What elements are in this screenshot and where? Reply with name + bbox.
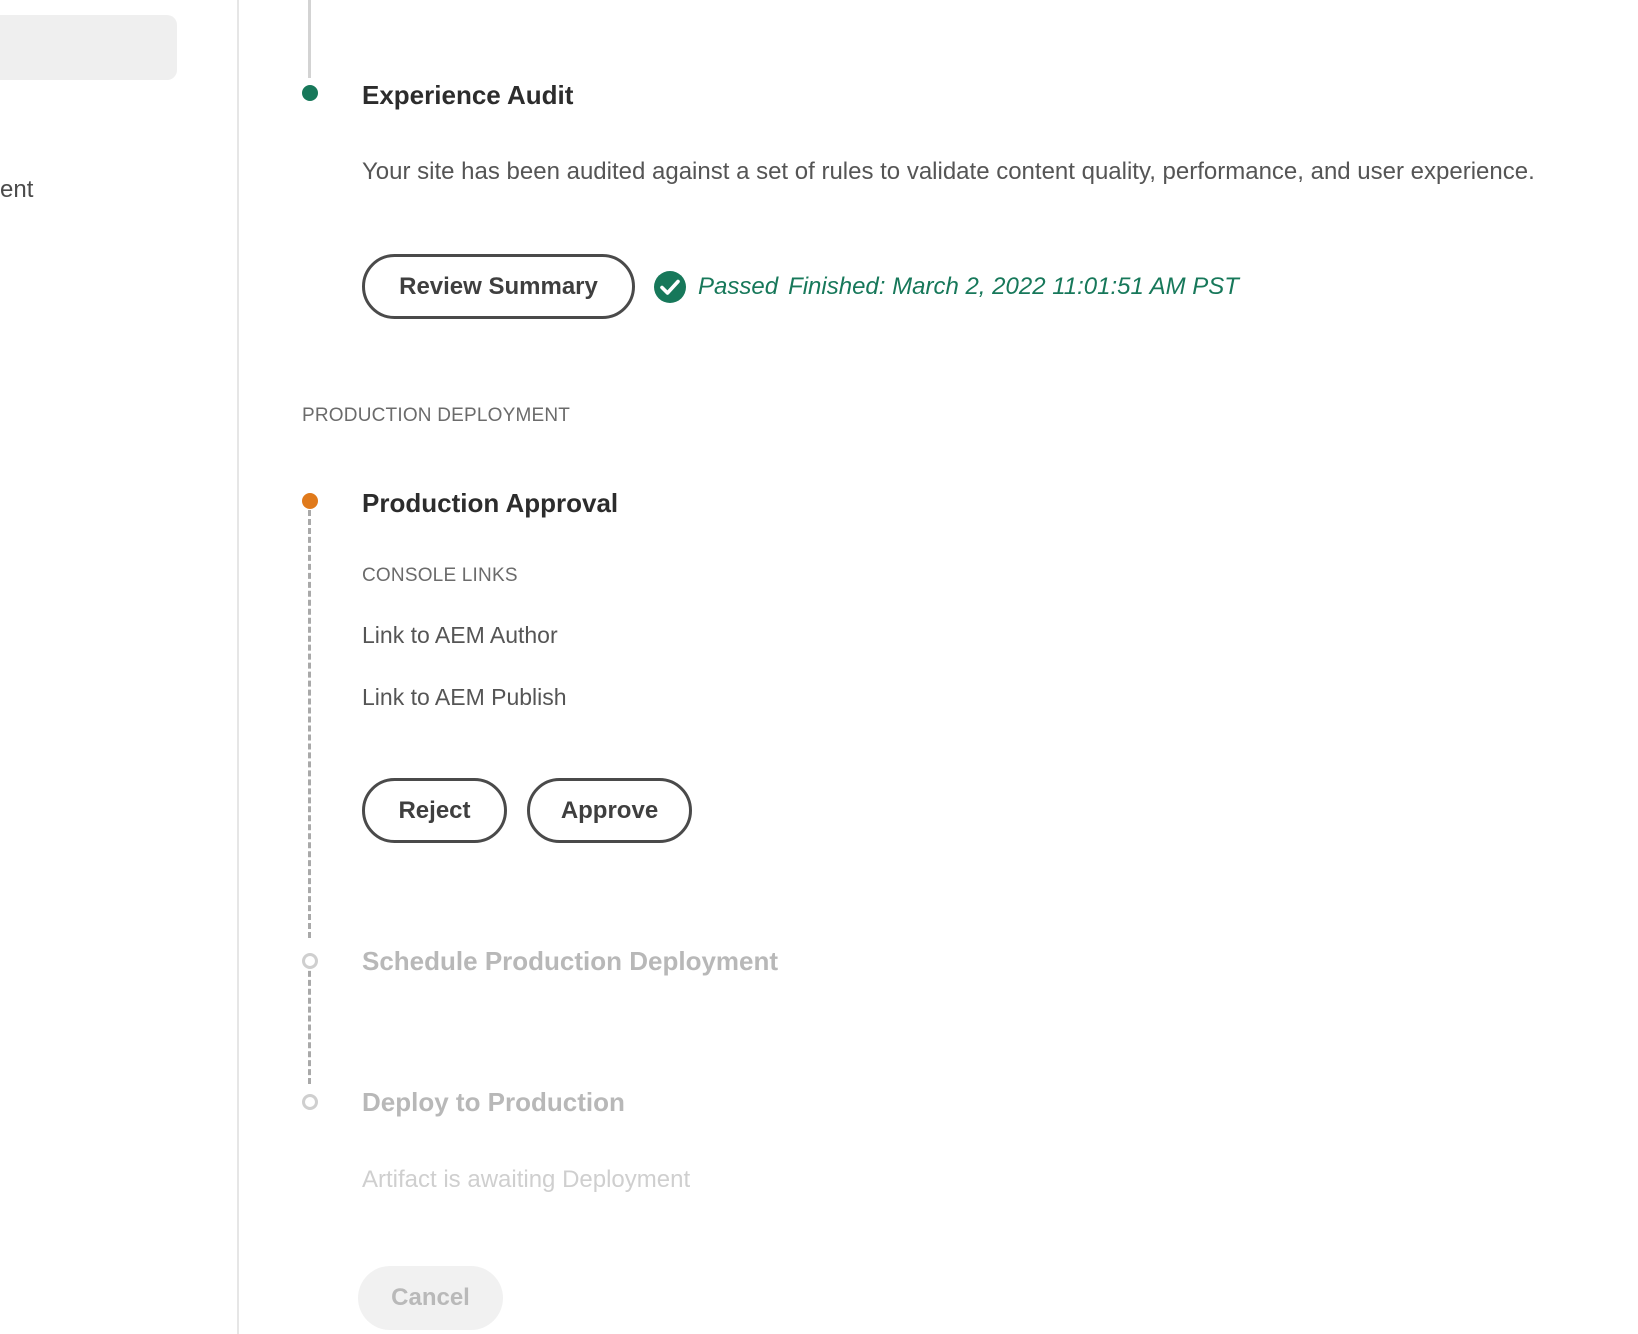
timeline-connector-pending (308, 962, 311, 1084)
timeline-connector-completed (308, 0, 311, 78)
experience-audit-title: Experience Audit (362, 80, 574, 110)
console-links-heading: CONSOLE LINKS (362, 565, 518, 586)
timeline-connector-pending (308, 510, 311, 938)
status-passed-text: Passed (698, 273, 779, 300)
step-status-dot-completed (302, 85, 318, 101)
production-approval-title: Production Approval (362, 488, 619, 518)
reject-button[interactable]: Reject (362, 778, 507, 843)
link-aem-author[interactable]: Link to AEM Author (362, 622, 558, 649)
step-status-dot-upcoming (302, 1094, 318, 1110)
step-status-dot-upcoming (302, 953, 318, 969)
link-aem-publish[interactable]: Link to AEM Publish (362, 684, 567, 711)
sidebar-item-label[interactable]: ent (0, 176, 33, 204)
experience-audit-description: Your site has been audited against a set… (362, 158, 1535, 185)
deploy-to-production-title: Deploy to Production (362, 1087, 625, 1117)
approve-button[interactable]: Approve (527, 778, 692, 843)
check-circle-icon (653, 270, 687, 304)
sidebar: ent (0, 0, 239, 1334)
cancel-button[interactable]: Cancel (358, 1266, 503, 1330)
review-summary-button[interactable]: Review Summary (362, 254, 635, 319)
sidebar-active-item[interactable] (0, 15, 177, 80)
audit-status: Passed Finished: March 2, 2022 11:01:51 … (653, 270, 1239, 304)
status-finished-text: Finished: March 2, 2022 11:01:51 AM PST (788, 273, 1239, 300)
step-status-dot-pending (302, 493, 318, 509)
schedule-production-deployment-title: Schedule Production Deployment (362, 946, 779, 976)
production-deployment-heading: PRODUCTION DEPLOYMENT (302, 405, 571, 426)
deploy-status-description: Artifact is awaiting Deployment (362, 1166, 691, 1193)
